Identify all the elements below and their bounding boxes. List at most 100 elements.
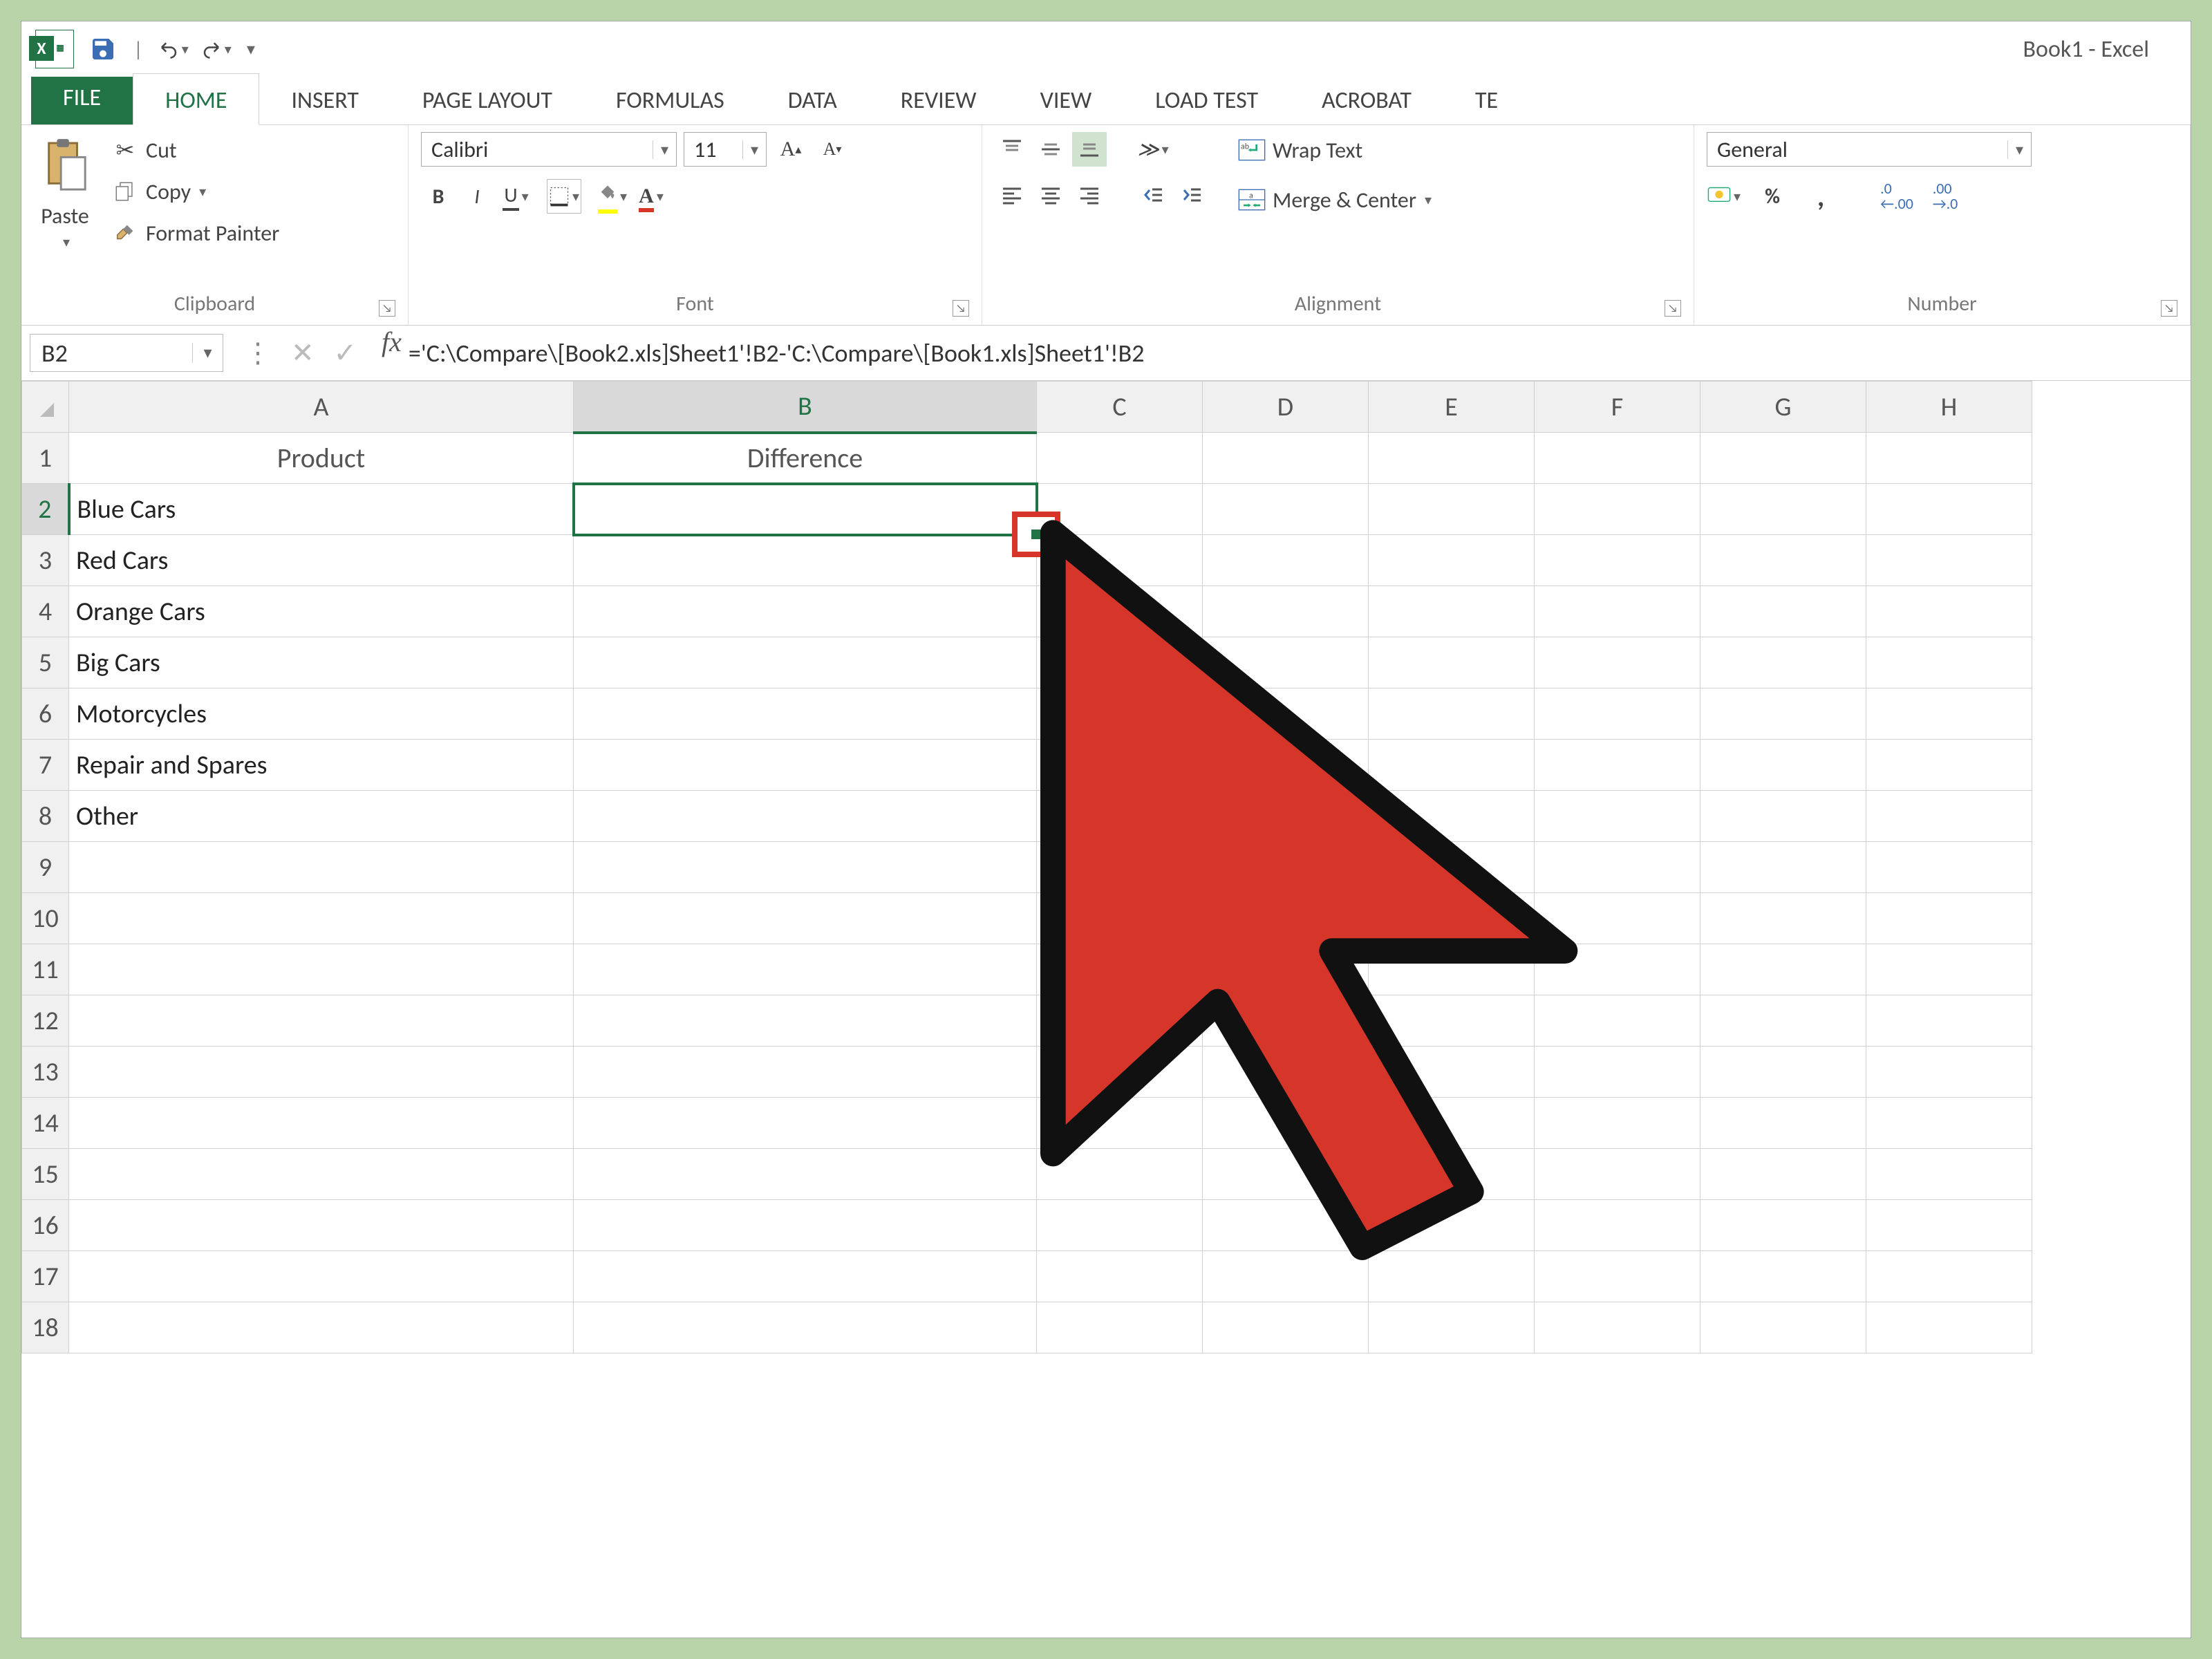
cell[interactable] bbox=[1037, 791, 1203, 842]
column-header-E[interactable]: E bbox=[1369, 382, 1535, 433]
cell[interactable] bbox=[1866, 1251, 2032, 1302]
select-all-corner[interactable] bbox=[22, 382, 69, 433]
cell[interactable] bbox=[1203, 1098, 1369, 1149]
borders-button[interactable]: ▾ bbox=[547, 179, 581, 214]
row-header[interactable]: 2 bbox=[22, 484, 69, 535]
cell[interactable] bbox=[1535, 893, 1700, 944]
cell[interactable] bbox=[1037, 944, 1203, 995]
cell[interactable] bbox=[1203, 484, 1369, 535]
cell[interactable] bbox=[1369, 1200, 1535, 1251]
cell[interactable] bbox=[1203, 586, 1369, 637]
cell[interactable] bbox=[1535, 1200, 1700, 1251]
undo-button[interactable]: ▾ bbox=[158, 34, 189, 64]
cell[interactable] bbox=[574, 1149, 1037, 1200]
increase-decimal-button[interactable]: .0←.00 bbox=[1880, 179, 1914, 214]
qat-customize-icon[interactable]: ▾ bbox=[244, 39, 255, 59]
align-right-button[interactable] bbox=[1072, 178, 1107, 212]
cell[interactable] bbox=[1535, 791, 1700, 842]
cell[interactable] bbox=[1369, 1098, 1535, 1149]
cell[interactable] bbox=[1037, 1200, 1203, 1251]
cell[interactable] bbox=[1866, 995, 2032, 1047]
cell[interactable] bbox=[1369, 1047, 1535, 1098]
cell[interactable] bbox=[1037, 637, 1203, 688]
cell[interactable]: Difference bbox=[574, 433, 1037, 484]
cell[interactable] bbox=[69, 944, 574, 995]
cell[interactable] bbox=[1037, 433, 1203, 484]
increase-indent-button[interactable] bbox=[1174, 178, 1209, 212]
cell[interactable] bbox=[1037, 535, 1203, 586]
cell[interactable] bbox=[1203, 740, 1369, 791]
cell[interactable] bbox=[69, 1047, 574, 1098]
dialog-launcher-icon[interactable]: ↘ bbox=[1665, 300, 1681, 317]
cell[interactable] bbox=[1369, 688, 1535, 740]
cell[interactable] bbox=[1700, 1047, 1866, 1098]
cell[interactable] bbox=[1369, 995, 1535, 1047]
cell[interactable] bbox=[1866, 688, 2032, 740]
dialog-launcher-icon[interactable]: ↘ bbox=[2161, 300, 2177, 317]
cell[interactable] bbox=[574, 535, 1037, 586]
row-header[interactable]: 10 bbox=[22, 893, 69, 944]
bold-button[interactable]: B bbox=[421, 179, 456, 214]
cell[interactable] bbox=[1700, 1302, 1866, 1353]
font-name-combo[interactable]: Calibri ▾ bbox=[421, 132, 677, 167]
cell[interactable] bbox=[1535, 637, 1700, 688]
cell[interactable] bbox=[574, 995, 1037, 1047]
formula-input[interactable]: ='C:\Compare\[Book2.xls]Sheet1'!B2-'C:\C… bbox=[409, 326, 2191, 380]
cell[interactable] bbox=[1203, 637, 1369, 688]
cell[interactable] bbox=[1037, 1251, 1203, 1302]
cell[interactable] bbox=[1866, 1149, 2032, 1200]
italic-button[interactable]: I bbox=[460, 179, 494, 214]
decrease-decimal-button[interactable]: .00→.0 bbox=[1928, 179, 1962, 214]
row-header[interactable]: 12 bbox=[22, 995, 69, 1047]
cut-button[interactable]: ✂ Cut bbox=[106, 132, 283, 168]
format-painter-button[interactable]: Format Painter bbox=[106, 215, 283, 251]
cell[interactable] bbox=[574, 893, 1037, 944]
cell[interactable] bbox=[1369, 1302, 1535, 1353]
cell[interactable] bbox=[1866, 791, 2032, 842]
cell[interactable] bbox=[574, 1302, 1037, 1353]
cell[interactable] bbox=[1369, 535, 1535, 586]
row-header[interactable]: 7 bbox=[22, 740, 69, 791]
cell[interactable] bbox=[69, 1251, 574, 1302]
enter-formula-button[interactable]: ✓ bbox=[334, 336, 357, 370]
cell[interactable] bbox=[1535, 1149, 1700, 1200]
cell[interactable] bbox=[1203, 1200, 1369, 1251]
cell[interactable] bbox=[574, 791, 1037, 842]
cell[interactable] bbox=[1866, 1200, 2032, 1251]
tab-insert[interactable]: INSERT bbox=[259, 74, 390, 124]
cancel-formula-button[interactable]: ✕ bbox=[291, 336, 315, 370]
cell[interactable] bbox=[1700, 586, 1866, 637]
align-middle-button[interactable] bbox=[1033, 132, 1068, 167]
cell[interactable] bbox=[1535, 1098, 1700, 1149]
cell[interactable] bbox=[1700, 740, 1866, 791]
align-left-button[interactable] bbox=[995, 178, 1029, 212]
cell[interactable] bbox=[1203, 433, 1369, 484]
column-header-B[interactable]: B bbox=[574, 382, 1037, 433]
tab-more[interactable]: TE bbox=[1443, 74, 1530, 124]
cell[interactable] bbox=[1203, 893, 1369, 944]
font-size-combo[interactable]: 11 ▾ bbox=[684, 132, 767, 167]
cell[interactable] bbox=[1700, 995, 1866, 1047]
cell[interactable] bbox=[574, 637, 1037, 688]
copy-button[interactable]: Copy ▾ bbox=[106, 174, 283, 209]
cell[interactable] bbox=[1037, 1302, 1203, 1353]
column-header-C[interactable]: C bbox=[1037, 382, 1203, 433]
cell[interactable] bbox=[1700, 944, 1866, 995]
cell[interactable] bbox=[1203, 1251, 1369, 1302]
column-header-D[interactable]: D bbox=[1203, 382, 1369, 433]
row-header[interactable]: 13 bbox=[22, 1047, 69, 1098]
cell[interactable] bbox=[1700, 484, 1866, 535]
cell[interactable]: Orange Cars bbox=[69, 586, 574, 637]
cell[interactable] bbox=[574, 944, 1037, 995]
row-header[interactable]: 9 bbox=[22, 842, 69, 893]
merge-center-button[interactable]: a Merge & Center ▾ bbox=[1232, 182, 1436, 218]
cell[interactable] bbox=[1535, 484, 1700, 535]
cell[interactable] bbox=[1700, 791, 1866, 842]
column-header-F[interactable]: F bbox=[1535, 382, 1700, 433]
percent-button[interactable]: % bbox=[1755, 179, 1790, 214]
underline-button[interactable]: U▾ bbox=[498, 179, 533, 214]
cell[interactable] bbox=[1866, 842, 2032, 893]
increase-font-button[interactable]: A▴ bbox=[774, 132, 808, 167]
row-header[interactable]: 18 bbox=[22, 1302, 69, 1353]
cell[interactable]: Product bbox=[69, 433, 574, 484]
